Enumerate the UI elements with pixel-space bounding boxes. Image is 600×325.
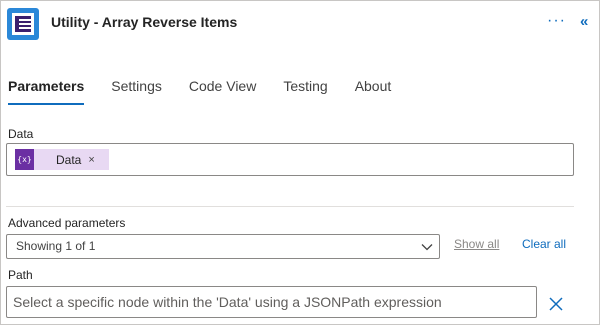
more-options-icon[interactable]: ··· — [547, 12, 566, 30]
advanced-parameters-value: Showing 1 of 1 — [16, 239, 96, 253]
show-all-link[interactable]: Show all — [454, 237, 499, 251]
expression-icon: {x} — [15, 149, 34, 170]
app-logo-bar — [19, 19, 31, 21]
panel-header: Utility - Array Reverse Items ··· « — [0, 0, 600, 48]
advanced-parameters-select[interactable]: Showing 1 of 1 — [6, 234, 440, 259]
tab-testing[interactable]: Testing — [283, 78, 327, 104]
collapse-panel-icon[interactable]: « — [580, 13, 588, 30]
remove-token-icon[interactable]: × — [88, 154, 94, 166]
app-logo-bar — [19, 27, 31, 29]
data-token[interactable]: {x} Data × — [15, 149, 109, 170]
clear-all-link[interactable]: Clear all — [522, 237, 566, 251]
tab-code-view[interactable]: Code View — [189, 78, 256, 104]
app-logo-bar — [19, 23, 31, 25]
app-logo-icon — [7, 8, 39, 40]
panel-title: Utility - Array Reverse Items — [51, 14, 238, 30]
clear-path-icon[interactable] — [548, 296, 564, 312]
section-divider — [6, 206, 574, 207]
data-token-label: Data — [56, 152, 82, 167]
data-field-input[interactable]: {x} Data × — [6, 143, 574, 176]
path-input-placeholder: Select a specific node within the 'Data'… — [13, 294, 442, 310]
advanced-parameters-label: Advanced parameters — [8, 216, 126, 230]
chevron-down-icon — [421, 244, 433, 251]
tab-bar: Parameters Settings Code View Testing Ab… — [8, 78, 418, 105]
path-field-label: Path — [8, 268, 33, 282]
data-field-label: Data — [8, 127, 34, 141]
tab-settings[interactable]: Settings — [111, 78, 162, 104]
path-input[interactable]: Select a specific node within the 'Data'… — [6, 286, 537, 318]
tab-parameters[interactable]: Parameters — [8, 78, 85, 105]
tab-about[interactable]: About — [355, 78, 392, 104]
